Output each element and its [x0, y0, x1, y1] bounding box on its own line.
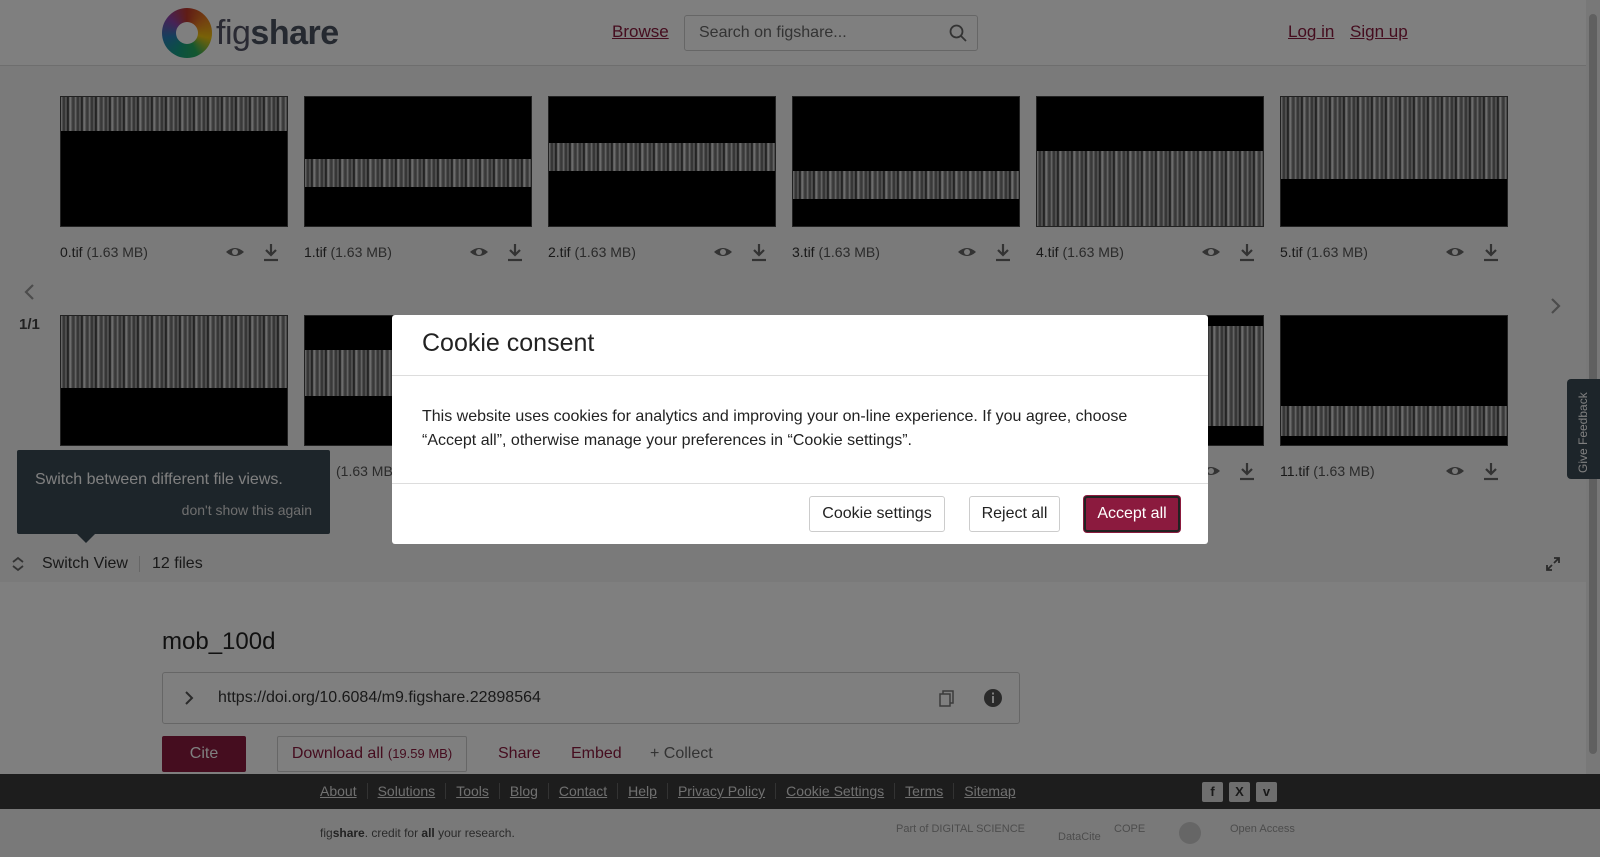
- reject-all-button[interactable]: Reject all: [969, 496, 1060, 532]
- accept-all-button[interactable]: Accept all: [1084, 496, 1180, 532]
- cookie-settings-button[interactable]: Cookie settings: [809, 496, 945, 532]
- divider: [392, 375, 1208, 376]
- dialog-body: This website uses cookies for analytics …: [422, 408, 1128, 449]
- cookie-consent-dialog: Cookie consent This website uses cookies…: [392, 315, 1208, 544]
- dialog-title: Cookie consent: [422, 329, 595, 357]
- modal-backdrop: Cookie consent This website uses cookies…: [0, 0, 1600, 857]
- divider: [392, 483, 1208, 484]
